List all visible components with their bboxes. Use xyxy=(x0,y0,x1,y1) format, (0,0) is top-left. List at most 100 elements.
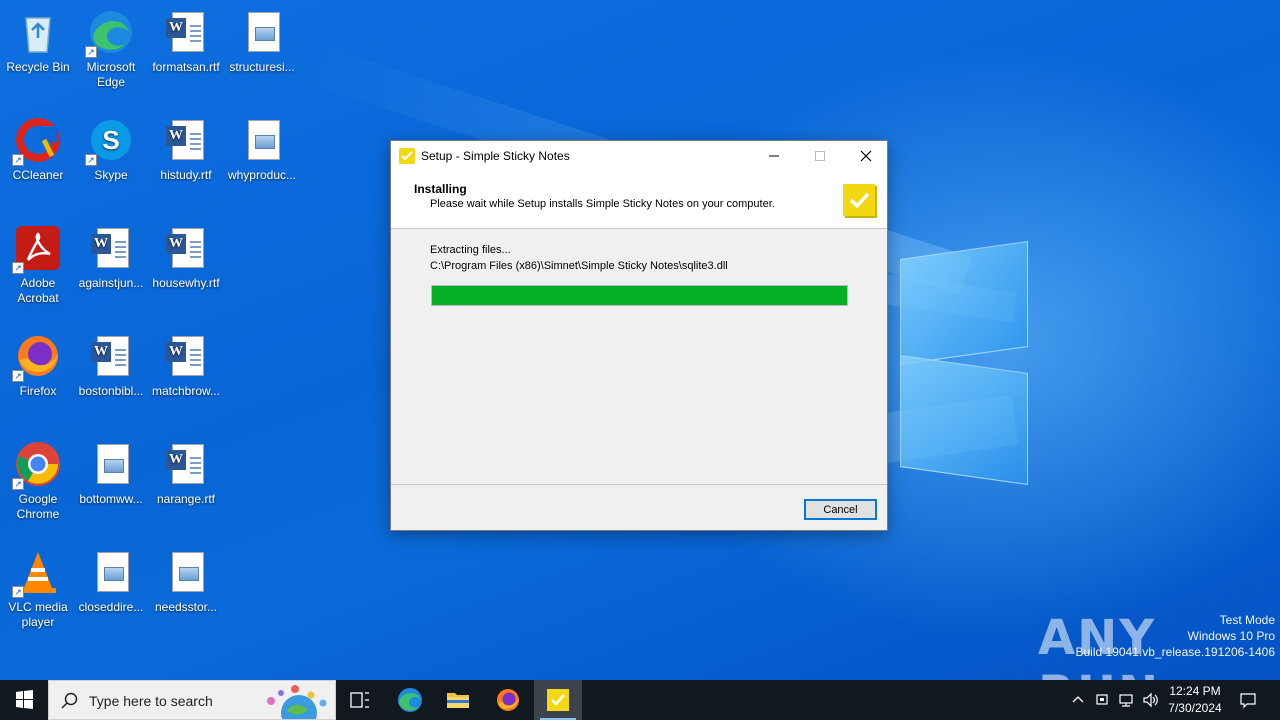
desktop-icon-firefox[interactable]: ↗ Firefox xyxy=(0,332,76,399)
desktop-icon-file[interactable]: W formatsan.rtf xyxy=(148,8,224,75)
header-subtitle: Please wait while Setup installs Simple … xyxy=(430,198,775,210)
search-highlight-illustration-icon xyxy=(267,685,327,719)
desktop-icon-label: Microsoft Edge xyxy=(86,60,136,89)
image-file-icon xyxy=(87,440,135,488)
desktop-icon-label: againstjun... xyxy=(78,276,144,290)
desktop-icon-adobe-acrobat[interactable]: ↗ Adobe Acrobat xyxy=(0,224,76,306)
firefox-icon: ↗ xyxy=(12,332,62,382)
shortcut-arrow-icon: ↗ xyxy=(12,586,24,598)
wallpaper-logo-pane xyxy=(900,355,1028,485)
status-file-path: C:\Program Files (x86)\Simnet\Simple Sti… xyxy=(430,260,728,272)
taskbar-search-box[interactable]: Type here to search xyxy=(48,680,336,720)
word-document-icon: W xyxy=(162,116,210,164)
taskbar: Type here to search 12:24 PM 7/30/2024 xyxy=(0,680,1280,720)
start-button[interactable] xyxy=(0,680,48,720)
desktop-icon-skype[interactable]: S ↗ Skype xyxy=(73,116,149,183)
recycle-bin-icon xyxy=(14,8,62,56)
shortcut-arrow-icon: ↗ xyxy=(12,154,24,166)
chrome-icon: ↗ xyxy=(12,440,62,490)
desktop-icon-file[interactable]: structuresi... xyxy=(224,8,300,75)
desktop-icon-file[interactable]: W matchbrow... xyxy=(148,332,224,399)
desktop-icon-file[interactable]: W narange.rtf xyxy=(148,440,224,507)
task-view-button[interactable] xyxy=(336,680,384,720)
windows-logo-icon xyxy=(16,690,33,709)
maximize-button xyxy=(797,141,843,171)
network-icon xyxy=(1119,694,1133,707)
desktop-icon-label: bottomww... xyxy=(79,492,143,506)
show-hidden-icons-button[interactable] xyxy=(1069,691,1087,709)
desktop-icon-file[interactable]: closeddire... xyxy=(73,548,149,615)
shortcut-arrow-icon: ↗ xyxy=(12,262,24,274)
header-title: Installing xyxy=(414,182,467,196)
desktop-icon-file[interactable]: whyproduc... xyxy=(224,116,300,183)
desktop-icon-ccleaner[interactable]: ↗ CCleaner xyxy=(0,116,76,183)
desktop-icon-file[interactable]: W housewhy.rtf xyxy=(148,224,224,291)
maximize-icon xyxy=(815,151,825,161)
desktop-icon-file[interactable]: W histudy.rtf xyxy=(148,116,224,183)
desktop-icon-microsoft-edge[interactable]: ↗ Microsoft Edge xyxy=(73,8,149,90)
image-file-icon xyxy=(238,8,286,56)
watermark-line: Build 19041.vb_release.191206-1406 xyxy=(1075,645,1276,659)
dialog-titlebar[interactable]: Setup - Simple Sticky Notes xyxy=(391,141,887,171)
tray-device-icon[interactable] xyxy=(1093,691,1111,709)
minimize-icon xyxy=(769,155,779,157)
desktop-icon-google-chrome[interactable]: ↗ Google Chrome xyxy=(0,440,76,522)
skype-icon: S ↗ xyxy=(85,116,135,166)
desktop-icon-recycle-bin[interactable]: Recycle Bin xyxy=(0,8,76,75)
shortcut-arrow-icon: ↗ xyxy=(85,154,97,166)
volume-icon xyxy=(1143,692,1158,708)
desktop-icon-file[interactable]: W againstjun... xyxy=(73,224,149,291)
taskbar-file-explorer-button[interactable] xyxy=(434,680,482,720)
desktop-icon-label: formatsan.rtf xyxy=(152,60,220,74)
word-document-icon: W xyxy=(87,224,135,272)
sticky-notes-app-icon xyxy=(547,689,569,711)
minimize-button[interactable] xyxy=(751,141,797,171)
desktop-icon-vlc[interactable]: ↗ VLC media player xyxy=(0,548,76,630)
sticky-notes-app-icon xyxy=(399,148,415,164)
shortcut-arrow-icon: ↗ xyxy=(85,46,97,58)
desktop-icon-label: VLC media player xyxy=(8,600,68,629)
notification-icon xyxy=(1240,693,1256,709)
notifications-button[interactable] xyxy=(1239,691,1257,709)
dialog-header: Installing Please wait while Setup insta… xyxy=(391,171,887,229)
folder-icon xyxy=(447,693,469,708)
shortcut-arrow-icon: ↗ xyxy=(12,370,24,382)
desktop-icon-label: Skype xyxy=(94,168,128,182)
desktop-icon-label: Firefox xyxy=(19,384,57,398)
desktop-icon-file[interactable]: needsstor... xyxy=(148,548,224,615)
close-icon xyxy=(860,150,872,162)
desktop-icon-file[interactable]: bottomww... xyxy=(73,440,149,507)
word-document-icon: W xyxy=(87,332,135,380)
progress-fill xyxy=(432,286,847,305)
setup-dialog: Setup - Simple Sticky Notes Installing P… xyxy=(390,140,888,531)
watermark-line: Test Mode xyxy=(1219,613,1275,627)
clock-time: 12:24 PM xyxy=(1169,684,1221,698)
desktop-icon-label: closeddire... xyxy=(78,600,144,614)
search-icon xyxy=(61,692,78,709)
image-file-icon xyxy=(238,116,286,164)
watermark-line: Windows 10 Pro xyxy=(1187,629,1275,643)
taskbar-setup-button[interactable] xyxy=(534,680,582,720)
desktop-icon-label: narange.rtf xyxy=(156,492,216,506)
desktop-icon-label: Recycle Bin xyxy=(6,60,70,74)
taskbar-firefox-button[interactable] xyxy=(484,680,532,720)
install-progress-bar xyxy=(431,285,848,306)
cancel-button[interactable]: Cancel xyxy=(804,499,877,520)
network-button[interactable] xyxy=(1117,691,1135,709)
desktop-icon-label: structuresi... xyxy=(229,60,295,74)
word-document-icon: W xyxy=(162,224,210,272)
close-button[interactable] xyxy=(843,141,889,171)
taskbar-edge-button[interactable] xyxy=(386,680,434,720)
word-document-icon: W xyxy=(162,8,210,56)
desktop-icon-file[interactable]: W bostonbibl... xyxy=(73,332,149,399)
clock-date: 7/30/2024 xyxy=(1168,701,1222,715)
desktop-icon-label: histudy.rtf xyxy=(160,168,212,182)
taskbar-clock[interactable]: 12:24 PM 7/30/2024 xyxy=(1160,683,1230,717)
image-file-icon xyxy=(162,548,210,596)
volume-button[interactable] xyxy=(1141,691,1159,709)
vlc-icon: ↗ xyxy=(12,548,62,598)
ccleaner-icon: ↗ xyxy=(12,116,62,166)
image-file-icon xyxy=(87,548,135,596)
status-text: Extracting files... xyxy=(430,244,511,256)
chevron-up-icon xyxy=(1072,696,1084,703)
